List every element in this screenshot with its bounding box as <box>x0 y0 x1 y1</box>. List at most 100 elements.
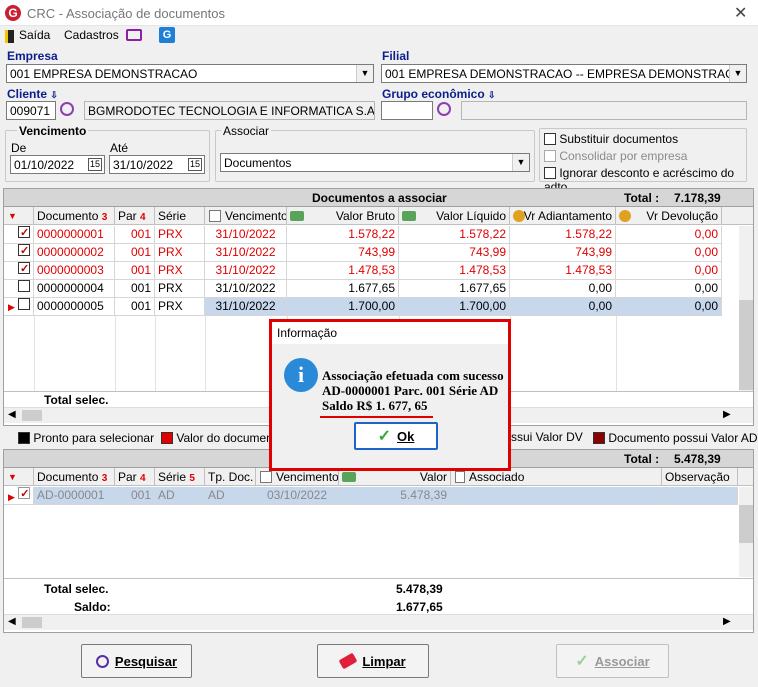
cell-serie: AD <box>155 487 205 505</box>
calendar-icon <box>209 210 221 222</box>
cell-doc: 0000000002 <box>34 244 115 262</box>
search-icon[interactable] <box>60 102 74 116</box>
sort-indicator-icon[interactable]: ▼ <box>4 207 34 225</box>
date-to-input[interactable]: 31/10/2022 15 <box>109 155 205 174</box>
vencimento-label: Vencimento <box>17 124 89 138</box>
filial-label: Filial <box>382 49 410 63</box>
cell-bruto: 1.478,53 <box>287 262 399 280</box>
search-icon[interactable] <box>437 102 451 116</box>
menu-cadastros[interactable]: Cadastros <box>64 28 119 42</box>
cell-par: 001 <box>115 262 155 280</box>
app-logo-icon: G <box>5 5 21 21</box>
col-serie[interactable]: Série <box>155 207 205 225</box>
cell-serie: PRX <box>155 262 205 280</box>
col-documento[interactable]: Documento 3 <box>34 468 115 486</box>
col-vr-devolucao[interactable]: Vr Devolução <box>616 207 722 225</box>
cell-par: 001 <box>115 226 155 244</box>
empresa-label: Empresa <box>7 49 58 63</box>
ok-button[interactable]: ✓ Ok <box>354 422 438 450</box>
filial-select[interactable]: 001 EMPRESA DEMONSTRACAO -- EMPRESA DEMO… <box>381 64 747 83</box>
monitor-icon[interactable] <box>126 29 142 41</box>
col-serie[interactable]: Série 5 <box>155 468 205 486</box>
substituir-checkbox[interactable] <box>544 133 556 145</box>
table-row[interactable]: 0000000004 001 PRX 31/10/2022 1.677,65 1.677,… <box>4 280 738 298</box>
col-vr-adiantamento[interactable]: Vr Adiantamento <box>510 207 616 225</box>
col-valor-bruto[interactable]: Valor Bruto <box>287 207 399 225</box>
menu-bar: Saída Cadastros G <box>0 26 758 46</box>
cell-adto: 1.478,53 <box>510 262 616 280</box>
col-vencimento[interactable]: Vencimento <box>205 207 287 225</box>
table-row[interactable]: 0000000001001PRX31/10/20221.578,221.578,… <box>4 226 738 244</box>
total-selec-value: 5.478,39 <box>396 582 443 596</box>
document-icon <box>455 471 465 483</box>
col-tp-doc[interactable]: Tp. Doc. <box>205 468 256 486</box>
option-consolidar: Consolidar por empresa <box>544 149 687 165</box>
cell-serie: PRX <box>155 280 205 298</box>
row-checkbox[interactable] <box>18 244 30 256</box>
row-checkbox[interactable] <box>18 298 31 310</box>
cell-par: 001 <box>115 244 155 262</box>
table-row[interactable]: ▶ 0000000005 001 PRX 31/10/2022 1.700,00 1.70… <box>4 298 738 316</box>
date-from-input[interactable]: 01/10/2022 15 <box>10 155 105 174</box>
limpar-button[interactable]: Limpar <box>317 644 429 678</box>
calendar-icon[interactable]: 15 <box>187 158 202 171</box>
sort-indicator-icon[interactable]: ▼ <box>4 468 34 486</box>
pesquisar-button[interactable]: Pesquisar <box>81 644 192 678</box>
cell-valor: 5.478,39 <box>339 487 451 505</box>
close-icon[interactable]: ✕ <box>734 3 747 23</box>
window-title: CRC - Associação de documentos <box>27 6 225 21</box>
cell-venc: 31/10/2022 <box>205 280 287 298</box>
cell-adto: 743,99 <box>510 244 616 262</box>
col-observacao[interactable]: Observação <box>662 468 738 486</box>
cell-adto: 0,00 <box>510 298 616 316</box>
filial-value: 001 EMPRESA DEMONSTRACAO -- EMPRESA DEMO… <box>385 67 747 81</box>
col-par[interactable]: Par 4 <box>115 207 155 225</box>
row-checkbox[interactable] <box>18 487 31 499</box>
table-row[interactable]: 0000000003001PRX31/10/20221.478,531.478,… <box>4 262 738 280</box>
cell-observacao <box>662 487 738 505</box>
horizontal-scrollbar[interactable]: ◀ ▶ <box>4 614 753 630</box>
row-checkbox[interactable] <box>18 226 30 238</box>
chevron-down-icon[interactable]: ▼ <box>512 154 529 171</box>
ignorar-checkbox[interactable] <box>544 167 556 179</box>
chevron-down-icon[interactable]: ▼ <box>729 65 746 82</box>
grupo-code-input[interactable] <box>381 101 433 120</box>
table-row[interactable]: 0000000002001PRX31/10/2022743,99743,9974… <box>4 244 738 262</box>
check-icon: ✓ <box>575 653 589 670</box>
col-valor-liquido[interactable]: Valor Líquido <box>399 207 510 225</box>
total-value: 5.478,39 <box>674 452 721 466</box>
cell-dev: 0,00 <box>616 262 722 280</box>
chevron-down-icon[interactable]: ▼ <box>356 65 373 82</box>
option-substituir[interactable]: Substituir documentos <box>544 132 678 148</box>
vertical-scrollbar[interactable] <box>739 487 753 577</box>
cliente-code-input[interactable]: 009071 <box>6 101 56 120</box>
associar-select[interactable]: Documentos ▼ <box>220 153 530 172</box>
col-par[interactable]: Par 4 <box>115 468 155 486</box>
empresa-select[interactable]: 001 EMPRESA DEMONSTRACAO ▼ <box>6 64 374 83</box>
cell-bruto: 1.677,65 <box>287 280 399 298</box>
cell-doc: 0000000003 <box>34 262 115 280</box>
total-label: Total : <box>624 191 660 205</box>
calendar-icon <box>260 471 272 483</box>
col-documento[interactable]: Documento 3 <box>34 207 115 225</box>
saldo-label: Saldo: <box>74 600 111 614</box>
cell-venc: 31/10/2022 <box>205 244 287 262</box>
g-logo-icon[interactable]: G <box>159 27 175 43</box>
row-checkbox[interactable] <box>18 262 30 274</box>
cell-doc: 0000000005 <box>34 298 115 316</box>
legend-valor: Valor do document <box>161 431 276 447</box>
associados-grid: Total : 5.478,39 ▼ Documento 3 Par 4 Sér… <box>3 449 754 633</box>
cell-liquido: 743,99 <box>399 244 510 262</box>
row-checkbox[interactable] <box>18 280 30 292</box>
menu-saida[interactable]: Saída <box>19 28 50 42</box>
cell-doc: 0000000001 <box>34 226 115 244</box>
search-icon <box>95 654 109 668</box>
calendar-icon[interactable]: 15 <box>87 158 102 171</box>
cliente-name-field: BGMRODOTEC TECNOLOGIA E INFORMATICA S.A.… <box>84 101 375 120</box>
table-row[interactable]: ▶ AD-0000001 001 AD AD 03/10/2022 5.478,… <box>4 487 738 505</box>
de-label: De <box>11 141 27 155</box>
vertical-scrollbar[interactable] <box>739 226 753 391</box>
cell-documento: AD-0000001 <box>34 487 115 505</box>
saldo-value: 1.677,65 <box>396 600 443 614</box>
total-label: Total : <box>624 452 660 466</box>
